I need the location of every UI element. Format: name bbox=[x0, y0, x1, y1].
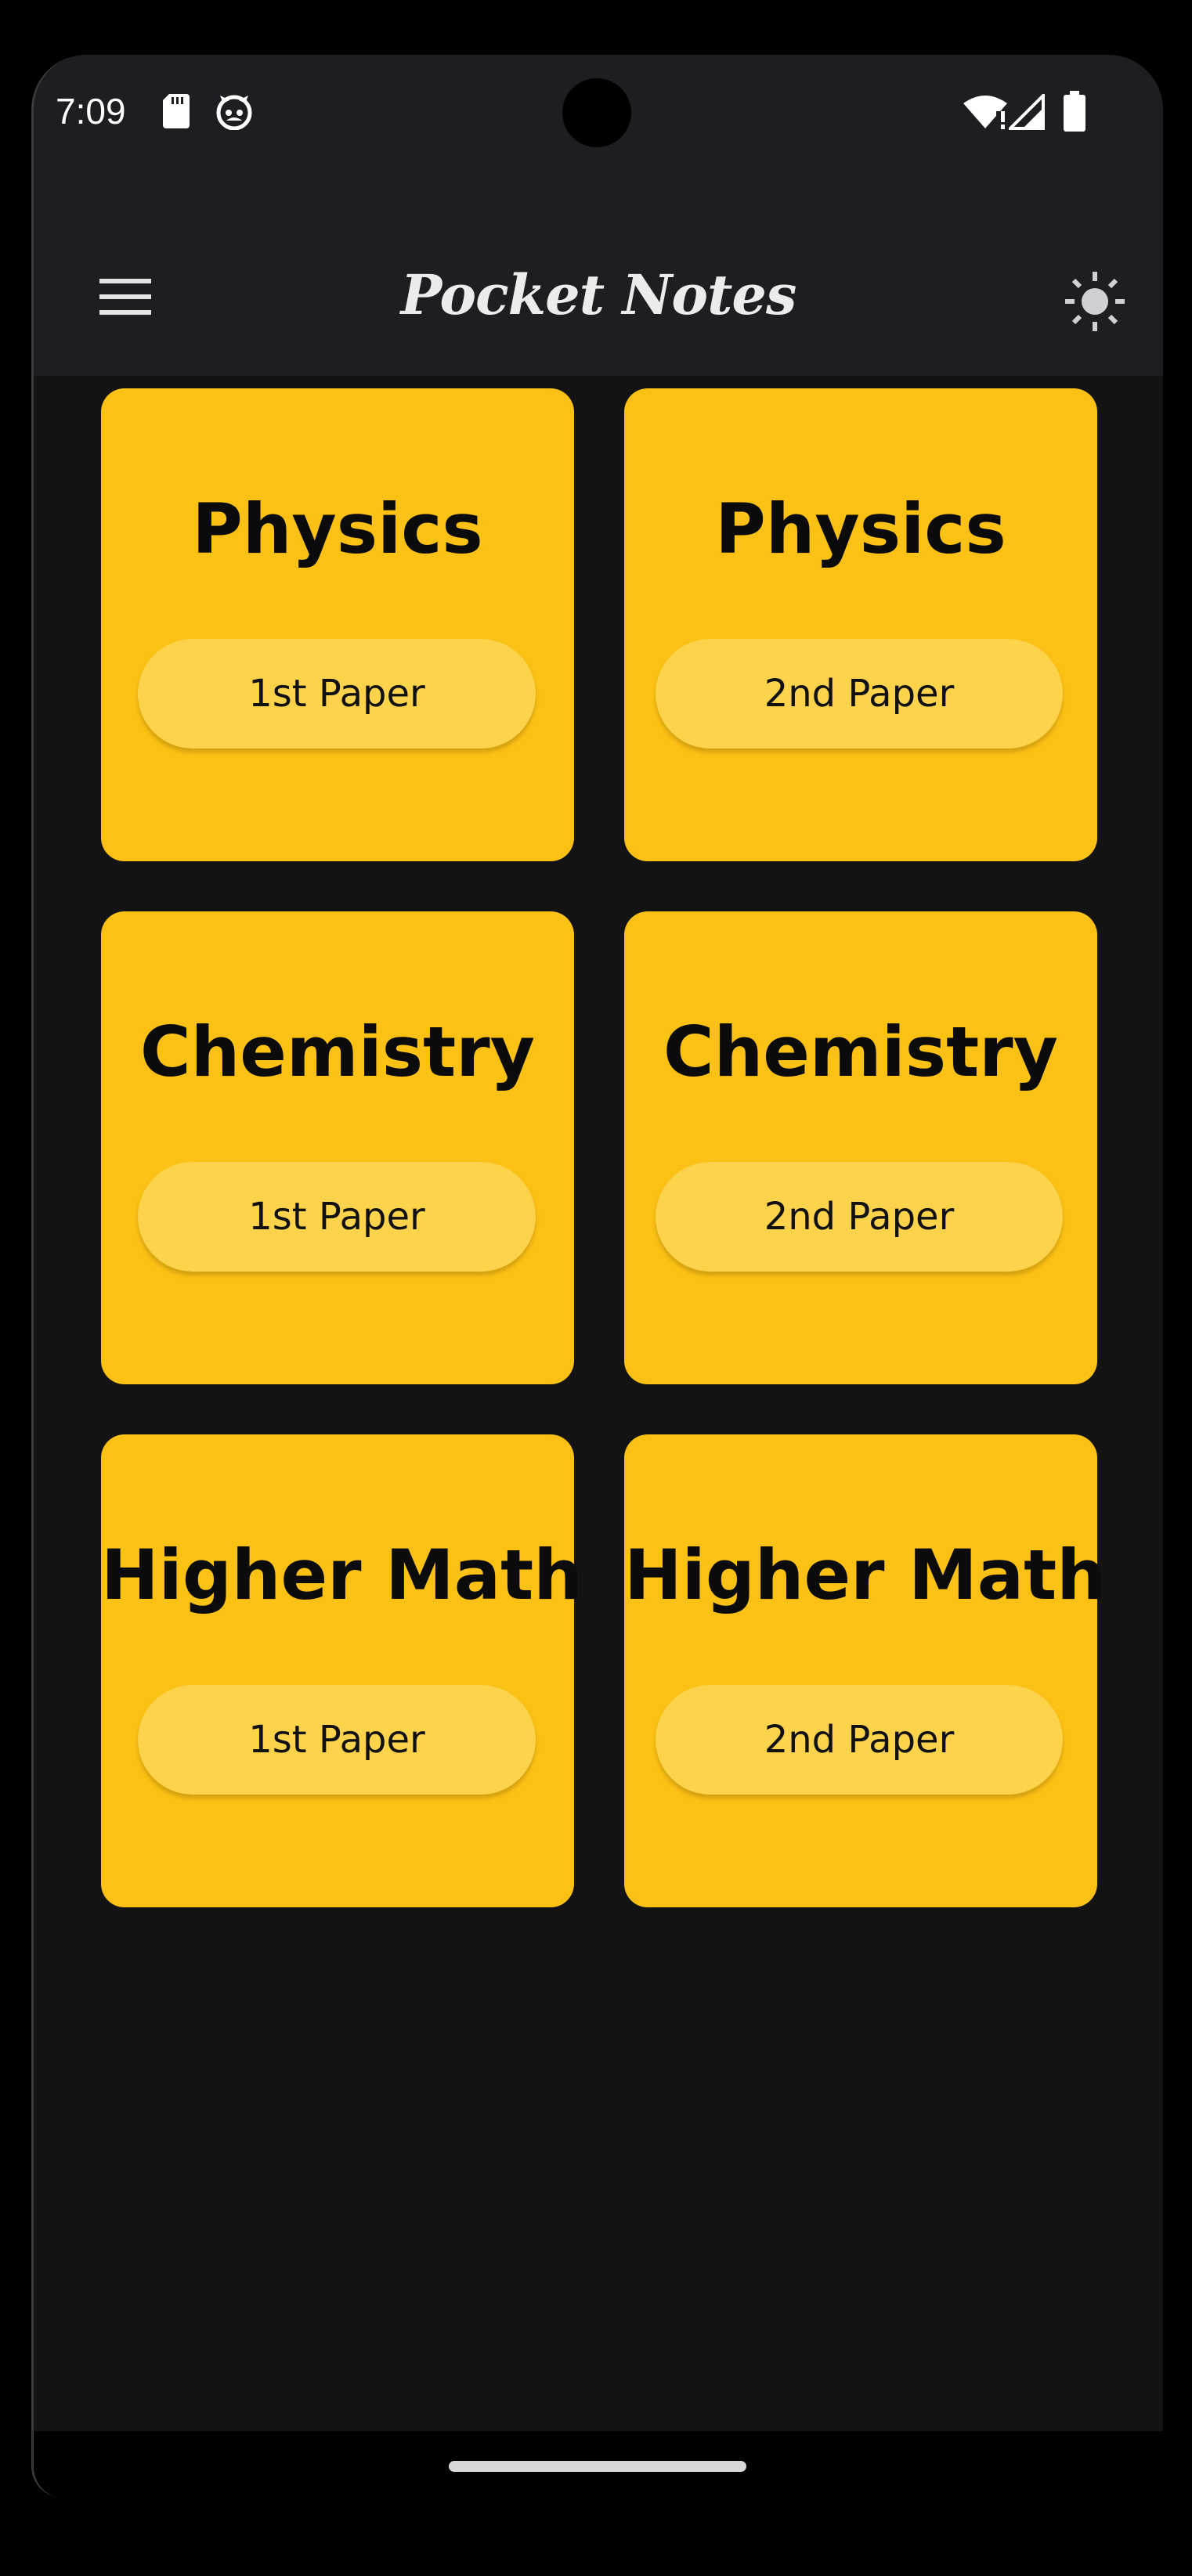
home-gesture-handle[interactable] bbox=[449, 2461, 746, 2472]
navigation-bar bbox=[34, 2431, 1163, 2498]
paper-button[interactable]: 2nd Paper bbox=[656, 1162, 1063, 1272]
device-frame: 7:09 Pocket Notes Physics 1st Paper Phys… bbox=[0, 0, 1192, 2576]
app-bar: Pocket Notes bbox=[34, 172, 1163, 376]
sd-card-icon bbox=[163, 94, 190, 128]
paper-button[interactable]: 1st Paper bbox=[138, 1162, 536, 1272]
subject-card[interactable]: Physics 2nd Paper bbox=[624, 388, 1097, 861]
subject-card[interactable]: Physics 1st Paper bbox=[101, 388, 574, 861]
paper-button[interactable]: 2nd Paper bbox=[656, 1685, 1063, 1795]
card-title: Physics bbox=[192, 489, 483, 569]
card-title: Physics bbox=[715, 489, 1006, 569]
paper-button[interactable]: 2nd Paper bbox=[656, 639, 1063, 749]
theme-toggle-button[interactable] bbox=[1056, 262, 1134, 341]
screen: 7:09 Pocket Notes Physics 1st Paper Phys… bbox=[31, 55, 1163, 2498]
paper-button[interactable]: 1st Paper bbox=[138, 639, 536, 749]
status-bar: 7:09 bbox=[34, 55, 1163, 172]
wifi-alert-icon bbox=[963, 96, 1007, 129]
card-title: Higher Math bbox=[624, 1535, 1106, 1615]
subject-card[interactable]: Chemistry 2nd Paper bbox=[624, 911, 1097, 1384]
robot-icon bbox=[216, 95, 252, 130]
app-title: Pocket Notes bbox=[400, 262, 797, 327]
battery-icon bbox=[1064, 91, 1085, 132]
sun-icon bbox=[1065, 272, 1125, 331]
cell-signal-icon bbox=[1009, 94, 1045, 130]
paper-button[interactable]: 1st Paper bbox=[138, 1685, 536, 1795]
camera-cutout bbox=[562, 78, 631, 147]
subject-card[interactable]: Higher Math 2nd Paper bbox=[624, 1434, 1106, 1907]
card-title: Chemistry bbox=[140, 1012, 535, 1092]
card-title: Chemistry bbox=[663, 1012, 1058, 1092]
subject-card[interactable]: Higher Math 1st Paper bbox=[101, 1434, 583, 1907]
card-title: Higher Math bbox=[101, 1535, 583, 1615]
subject-card[interactable]: Chemistry 1st Paper bbox=[101, 911, 574, 1384]
status-time: 7:09 bbox=[56, 91, 126, 132]
